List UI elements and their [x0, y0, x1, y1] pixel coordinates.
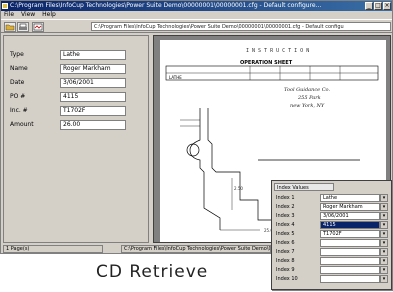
index-label: Index 4: [276, 222, 295, 228]
index-value[interactable]: Roger Markham: [320, 203, 380, 211]
index-value[interactable]: 3/06/2001: [320, 212, 380, 220]
index-fields-panel: Type Lathe Name Roger Markham Date 3/06/…: [3, 35, 149, 243]
doc-company: Tool Guidance Co.: [284, 87, 330, 93]
window-controls: _ □ ×: [365, 2, 391, 10]
chevron-down-icon[interactable]: ▾: [380, 203, 388, 211]
field-value[interactable]: 4115: [60, 92, 126, 102]
open-icon[interactable]: [4, 22, 16, 32]
index-label: Index 2: [276, 204, 295, 210]
menu-view[interactable]: View: [21, 11, 35, 18]
field-type: Type Lathe: [8, 50, 148, 61]
chevron-down-icon[interactable]: ▾: [380, 230, 388, 238]
title-bar[interactable]: C:\Program Files\InfoCup Technologies\Po…: [1, 1, 392, 11]
svg-text:2.50: 2.50: [234, 186, 243, 191]
index-label: Index 10: [276, 276, 298, 282]
window-title: C:\Program Files\InfoCup Technologies\Po…: [10, 2, 322, 9]
field-po: PO # 4115: [8, 92, 148, 103]
field-name: Name Roger Markham: [8, 64, 148, 75]
index-value-selected[interactable]: 4115: [320, 221, 380, 229]
index-value[interactable]: Lathe: [320, 194, 380, 202]
index-label: Index 7: [276, 249, 295, 255]
path-field[interactable]: C:\Program Files\InfoCup Technologies\Po…: [91, 22, 391, 31]
chevron-down-icon[interactable]: ▾: [380, 194, 388, 202]
index-value[interactable]: [320, 257, 380, 265]
doc-row-label: LATHE: [169, 75, 182, 80]
index-label: Index 5: [276, 231, 295, 237]
chevron-down-icon[interactable]: ▾: [380, 266, 388, 274]
doc-company-line2: 255 Park: [297, 95, 321, 101]
status-pages: 1 Page(s): [3, 245, 103, 253]
menu-file[interactable]: File: [4, 11, 14, 18]
index-row: Index 10 ▾: [276, 275, 390, 284]
field-label: Inc. #: [10, 107, 28, 114]
field-value[interactable]: 3/06/2001: [60, 78, 126, 88]
field-label: Name: [10, 65, 28, 72]
field-label: Type: [10, 51, 24, 58]
index-value[interactable]: [320, 275, 380, 283]
index-values-window: Index Values Index 1 Lathe ▾ Index 2 Roger …: [271, 180, 392, 290]
menu-help[interactable]: Help: [42, 11, 56, 18]
print-icon[interactable]: [17, 22, 29, 32]
index-value[interactable]: [320, 239, 380, 247]
doc-company-line3: new York, NY: [290, 103, 325, 109]
field-label: Date: [10, 79, 25, 86]
chevron-down-icon[interactable]: ▾: [380, 248, 388, 256]
maximize-button[interactable]: □: [374, 2, 382, 10]
field-label: PO #: [10, 93, 26, 100]
chevron-down-icon[interactable]: ▾: [380, 221, 388, 229]
minimize-button[interactable]: _: [365, 2, 373, 10]
field-date: Date 3/06/2001: [8, 78, 148, 89]
index-window-title[interactable]: Index Values: [274, 183, 334, 191]
field-value[interactable]: T1702F: [60, 106, 126, 116]
index-value[interactable]: T1702F: [320, 230, 380, 238]
field-value[interactable]: Lathe: [60, 50, 126, 60]
field-value[interactable]: 26.00: [60, 120, 126, 130]
field-inc: Inc. # T1702F: [8, 106, 148, 117]
chevron-down-icon[interactable]: ▾: [380, 239, 388, 247]
toolbar: C:\Program Files\InfoCup Technologies\Po…: [1, 19, 392, 33]
index-label: Index 6: [276, 240, 295, 246]
app-icon: [2, 3, 8, 9]
caption: CD Retrieve: [96, 262, 209, 282]
index-row: Index 8 ▾: [276, 257, 390, 266]
chevron-down-icon[interactable]: ▾: [380, 275, 388, 283]
field-amount: Amount 26.00: [8, 120, 148, 131]
chevron-down-icon[interactable]: ▾: [380, 257, 388, 265]
field-label: Amount: [10, 121, 34, 128]
view-icon[interactable]: [32, 22, 44, 32]
status-path: C:\Program Files\InfoCup Technologies\Po…: [121, 245, 271, 253]
index-row: Index 3 3/06/2001 ▾: [276, 212, 390, 221]
index-row: Index 4 4115 ▾: [276, 221, 390, 230]
index-row: Index 5 T1702F ▾: [276, 230, 390, 239]
field-value[interactable]: Roger Markham: [60, 64, 126, 74]
index-row: Index 2 Roger Markham ▾: [276, 203, 390, 212]
index-label: Index 9: [276, 267, 295, 273]
index-value[interactable]: [320, 248, 380, 256]
index-label: Index 1: [276, 195, 295, 201]
index-row: Index 9 ▾: [276, 266, 390, 275]
close-button[interactable]: ×: [383, 2, 391, 10]
index-row: Index 6 ▾: [276, 239, 390, 248]
index-label: Index 8: [276, 258, 295, 264]
index-row: Index 7 ▾: [276, 248, 390, 257]
menu-bar: File View Help: [1, 11, 392, 19]
index-label: Index 3: [276, 213, 295, 219]
doc-header: I N S T R U C T I O N: [246, 48, 309, 54]
chevron-down-icon[interactable]: ▾: [380, 212, 388, 220]
index-value[interactable]: [320, 266, 380, 274]
doc-sheet-title: OPERATION SHEET: [240, 60, 293, 66]
index-row: Index 1 Lathe ▾: [276, 194, 390, 203]
